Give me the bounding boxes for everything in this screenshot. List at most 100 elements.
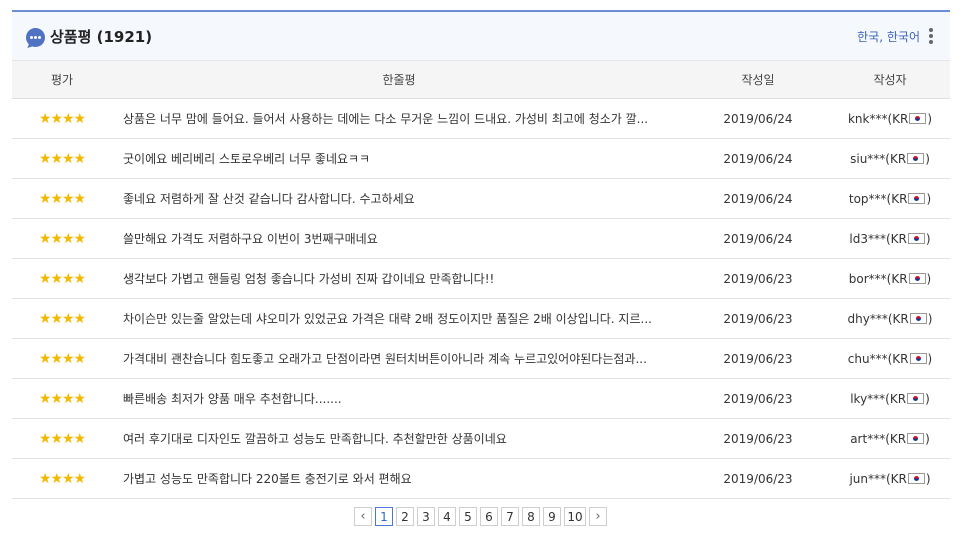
review-date: 2019/06/23 (686, 298, 830, 339)
review-text[interactable]: 빠른배송 최저가 양품 매우 추천합니다....... (112, 378, 686, 419)
reviews-list: ★★★★ 상품은 너무 맘에 들어요. 들어서 사용하는 데에는 다소 무거운 느… (12, 98, 950, 499)
rating-cell: ★★★★ (12, 418, 112, 459)
prev-page-button[interactable]: ‹ (354, 507, 372, 526)
review-date: 2019/06/24 (686, 178, 830, 219)
review-date: 2019/06/24 (686, 138, 830, 179)
column-header-date: 작성일 (686, 60, 830, 99)
korea-flag-icon (907, 232, 925, 244)
review-author: siu***(KR) (830, 138, 950, 179)
page-button-8[interactable]: 8 (522, 507, 540, 526)
author-id: art***(KR (850, 431, 907, 446)
page-button-5[interactable]: 5 (459, 507, 477, 526)
table-row[interactable]: ★★★★ 차이슨만 있는줄 알았는데 샤오미가 있었군요 가격은 대략 2배 정도… (12, 298, 950, 339)
author-suffix: ) (925, 151, 930, 166)
table-row[interactable]: ★★★★ 가격대비 괜찬습니다 힘도좋고 오래가고 단점이라면 원터치버튼이아니라… (12, 338, 950, 379)
rating-cell: ★★★★ (12, 258, 112, 299)
review-text[interactable]: 굿이에요 베리베리 스토로우베리 너무 좋네요ㅋㅋ (112, 138, 686, 179)
star-rating-icon: ★★★★ (38, 350, 86, 367)
table-row[interactable]: ★★★★ 좋네요 저렴하게 잘 산것 같습니다 감사합니다. 수고하세요 2019/… (12, 178, 950, 219)
page-button-4[interactable]: 4 (438, 507, 456, 526)
star-rating-icon: ★★★★ (38, 230, 86, 247)
author-id: top***(KR (848, 191, 908, 206)
review-date: 2019/06/23 (686, 458, 830, 499)
review-author: jun***(KR) (830, 458, 950, 499)
review-date: 2019/06/23 (686, 338, 830, 379)
korea-flag-icon (907, 472, 925, 484)
star-rating-icon: ★★★★ (38, 150, 86, 167)
table-row[interactable]: ★★★★ 굿이에요 베리베리 스토로우베리 너무 좋네요ㅋㅋ 2019/06/24 s… (12, 138, 950, 179)
review-text[interactable]: 차이슨만 있는줄 알았는데 샤오미가 있었군요 가격은 대략 2배 정도이지만 … (112, 298, 686, 339)
pagination: ‹ 1 2 3 4 5 6 7 8 9 10 › (354, 507, 610, 526)
star-rating-icon: ★★★★ (38, 390, 86, 407)
rating-cell: ★★★★ (12, 218, 112, 259)
table-row[interactable]: ★★★★ 가볍고 성능도 만족합니다 220볼트 충전기로 와서 편해요 2019/… (12, 458, 950, 499)
review-text[interactable]: 좋네요 저렴하게 잘 산것 같습니다 감사합니다. 수고하세요 (112, 178, 686, 219)
review-author: ld3***(KR) (830, 218, 950, 259)
review-text[interactable]: 생각보다 가볍고 핸들링 엄청 좋습니다 가성비 진짜 갑이네요 만족합니다!! (112, 258, 686, 299)
review-author: knk***(KR) (830, 98, 950, 139)
review-date: 2019/06/23 (686, 418, 830, 459)
author-suffix: ) (926, 191, 932, 206)
star-rating-icon: ★★★★ (38, 270, 86, 287)
page-button-9[interactable]: 9 (543, 507, 561, 526)
korea-flag-icon (908, 272, 926, 284)
column-header-author: 작성자 (830, 60, 950, 99)
review-text[interactable]: 여러 후기대로 디자인도 깔끔하고 성능도 만족합니다. 추천할만한 상품이네요 (112, 418, 686, 459)
author-id: chu***(KR (847, 351, 909, 366)
korea-flag-icon (907, 152, 925, 164)
review-text[interactable]: 상품은 너무 맘에 들어요. 들어서 사용하는 데에는 다소 무거운 느낌이 드… (112, 98, 686, 139)
korea-flag-icon (907, 432, 925, 444)
rating-cell: ★★★★ (12, 338, 112, 379)
column-header-review: 한줄평 (112, 60, 686, 99)
rating-cell: ★★★★ (12, 298, 112, 339)
review-text[interactable]: 가볍고 성능도 만족합니다 220볼트 충전기로 와서 편해요 (112, 458, 686, 499)
author-id: jun***(KR (849, 471, 907, 486)
star-rating-icon: ★★★★ (38, 190, 86, 207)
review-author: bor***(KR) (830, 258, 950, 299)
column-header-rating: 평가 (12, 60, 112, 99)
next-page-button[interactable]: › (589, 507, 607, 526)
rating-cell: ★★★★ (12, 178, 112, 219)
review-author: lky***(KR) (830, 378, 950, 419)
page-button-1[interactable]: 1 (375, 507, 393, 526)
reviews-title: 상품평 (1921) (50, 27, 153, 46)
more-options-icon[interactable] (926, 27, 936, 45)
review-date: 2019/06/23 (686, 258, 830, 299)
table-row[interactable]: ★★★★ 빠른배송 최저가 양품 매우 추천합니다....... 2019/06/2… (12, 378, 950, 419)
page-button-10[interactable]: 10 (564, 507, 586, 526)
review-text[interactable]: 쓸만해요 가격도 저렴하구요 이번이 3번째구매네요 (112, 218, 686, 259)
review-text[interactable]: 가격대비 괜찬습니다 힘도좋고 오래가고 단점이라면 원터치버튼이아니라 계속 … (112, 338, 686, 379)
korea-flag-icon (909, 112, 927, 124)
table-row[interactable]: ★★★★ 여러 후기대로 디자인도 깔끔하고 성능도 만족합니다. 추천할만한 상… (12, 418, 950, 459)
reviews-header: 상품평 (1921) 한국, 한국어 (12, 10, 950, 60)
korea-flag-icon (909, 352, 927, 364)
author-id: siu***(KR (850, 151, 907, 166)
author-id: bor***(KR (848, 271, 908, 286)
table-row[interactable]: ★★★★ 상품은 너무 맘에 들어요. 들어서 사용하는 데에는 다소 무거운 느… (12, 98, 950, 139)
page-button-7[interactable]: 7 (501, 507, 519, 526)
table-row[interactable]: ★★★★ 쓸만해요 가격도 저렴하구요 이번이 3번째구매네요 2019/06/24… (12, 218, 950, 259)
author-id: dhy***(KR (847, 311, 909, 326)
star-rating-icon: ★★★★ (38, 110, 86, 127)
reviews-panel: 상품평 (1921) 한국, 한국어 평가 한줄평 작성일 작성자 ★★★★ 상품… (12, 10, 950, 499)
rating-cell: ★★★★ (12, 98, 112, 139)
korea-flag-icon (908, 192, 926, 204)
korea-flag-icon (909, 312, 927, 324)
author-suffix: ) (925, 471, 931, 486)
page-button-3[interactable]: 3 (417, 507, 435, 526)
review-date: 2019/06/24 (686, 218, 830, 259)
rating-cell: ★★★★ (12, 378, 112, 419)
review-date: 2019/06/23 (686, 378, 830, 419)
reviews-table: 평가 한줄평 작성일 작성자 ★★★★ 상품은 너무 맘에 들어요. 들어서 사용… (12, 60, 950, 499)
author-suffix: ) (927, 311, 933, 326)
language-selector[interactable]: 한국, 한국어 (857, 28, 920, 45)
star-rating-icon: ★★★★ (38, 470, 86, 487)
author-id: lky***(KR (850, 391, 907, 406)
star-rating-icon: ★★★★ (38, 310, 86, 327)
page-button-6[interactable]: 6 (480, 507, 498, 526)
review-author: chu***(KR) (830, 338, 950, 379)
page-button-2[interactable]: 2 (396, 507, 414, 526)
author-id: ld3***(KR (849, 231, 907, 246)
table-row[interactable]: ★★★★ 생각보다 가볍고 핸들링 엄청 좋습니다 가성비 진짜 갑이네요 만족합… (12, 258, 950, 299)
author-suffix: ) (925, 391, 930, 406)
